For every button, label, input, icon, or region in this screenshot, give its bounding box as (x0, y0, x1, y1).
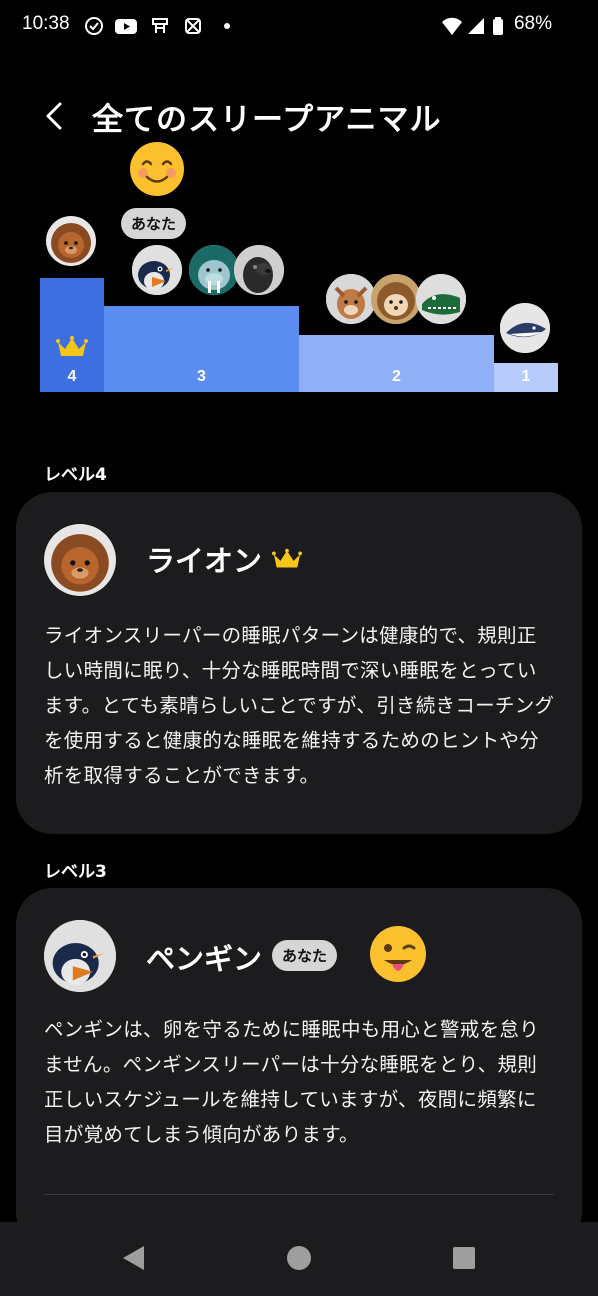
lion-icon[interactable] (46, 216, 96, 266)
bar-label-3: 3 (197, 368, 206, 385)
walrus-icon[interactable] (189, 245, 239, 295)
bar-level-2[interactable]: 2 (299, 335, 494, 392)
app-icon (152, 18, 168, 33)
wifi-icon (442, 17, 462, 35)
battery-icon (493, 17, 503, 35)
bar-level-3[interactable]: 3 (104, 306, 299, 392)
penguin-icon[interactable] (132, 245, 182, 295)
level-4-label: レベル4 (44, 465, 107, 485)
system-nav-bar (0, 1222, 598, 1296)
hedgehog-icon[interactable] (371, 274, 421, 324)
header: 全てのスリープアニマル (0, 90, 598, 140)
battery-percent: 68% (513, 13, 552, 34)
wink-tongue-emoji-icon (370, 926, 426, 982)
animal-name: ペンギン (146, 942, 263, 976)
bar-level-1[interactable]: 1 (494, 363, 558, 392)
dot-icon (224, 23, 230, 29)
nav-back-icon[interactable] (120, 1244, 146, 1272)
status-bar: 10:38 68% (0, 0, 598, 52)
signal-icon (468, 18, 484, 34)
animal-description: ライオンスリーパーの睡眠パターンは健康的で、規則正しい時間に眠り、十分な睡眠時間… (44, 624, 555, 787)
sleep-animal-chart: 4 3 2 1 あなた (40, 140, 558, 392)
bar-label-4: 4 (67, 368, 77, 385)
penguin-avatar (44, 920, 116, 992)
bar-label-2: 2 (392, 368, 401, 385)
crown-icon (56, 336, 88, 356)
back-button[interactable] (36, 96, 72, 136)
divider (44, 1194, 554, 1195)
seal-icon[interactable] (234, 245, 284, 295)
you-badge: あなた (272, 940, 338, 971)
animal-name: ライオン (146, 544, 263, 578)
smile-emoji-icon (130, 142, 184, 196)
check-circle-icon (85, 17, 103, 35)
shark-icon[interactable] (500, 303, 550, 353)
lion-avatar (44, 524, 116, 596)
you-badge: あなた (121, 208, 187, 239)
crown-icon (272, 548, 302, 568)
youtube-icon (115, 19, 137, 34)
status-time: 10:38 (22, 13, 70, 34)
page-title: 全てのスリープアニマル (92, 102, 442, 138)
bar-label-1: 1 (521, 368, 531, 385)
level-4-card[interactable]: ライオン ライオンスリーパーの睡眠パターンは健康的で、規則正しい時間に眠り、十分… (16, 492, 582, 834)
nav-home-icon[interactable] (286, 1244, 312, 1272)
deer-icon[interactable] (326, 274, 376, 324)
bar-level-4[interactable]: 4 (40, 278, 104, 392)
level-3-card[interactable]: ペンギン あなた ペンギンは、卵を守るために睡眠中も用心と警戒を怠りません。ペン… (16, 888, 582, 1248)
sync-icon (185, 18, 201, 34)
level-3-label: レベル3 (44, 862, 107, 882)
crocodile-icon[interactable] (416, 274, 466, 324)
nav-recents-icon[interactable] (452, 1244, 476, 1272)
animal-description: ペンギンは、卵を守るために睡眠中も用心と警戒を怠りません。ペンギンスリーパーは十… (44, 1018, 540, 1146)
